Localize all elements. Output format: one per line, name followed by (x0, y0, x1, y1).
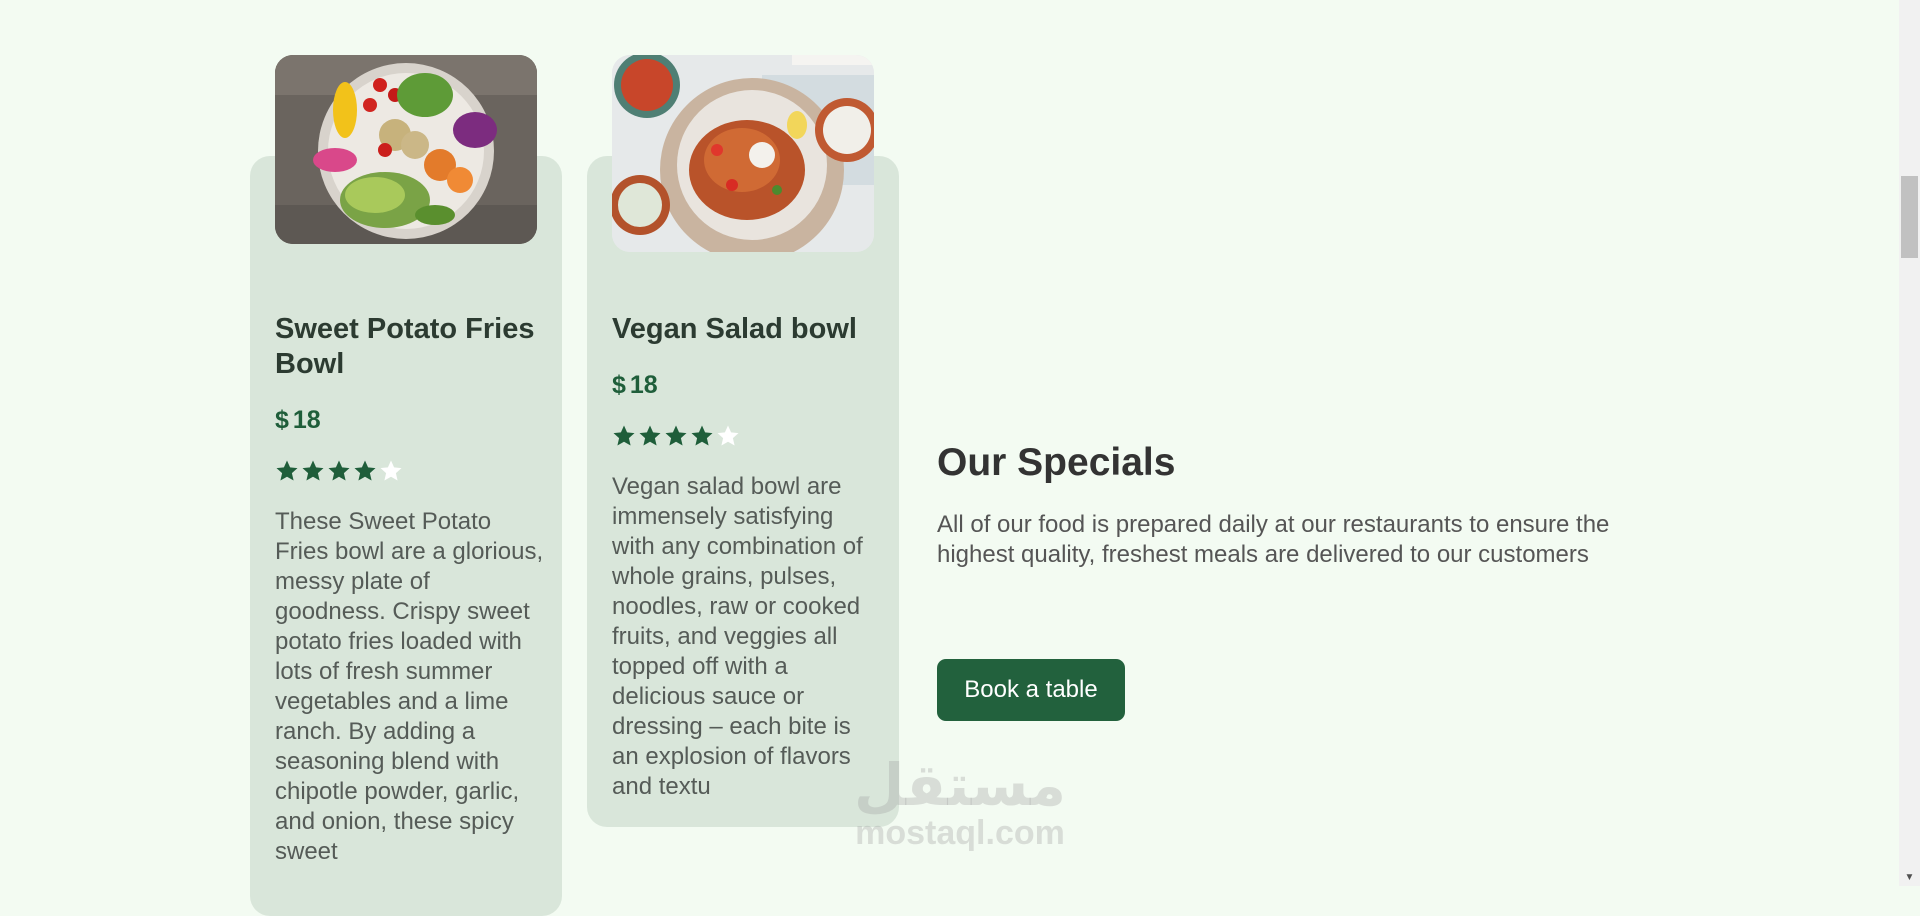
scrollbar-thumb[interactable] (1901, 176, 1918, 258)
star-filled-icon (354, 460, 376, 481)
specials-section: Our Specials All of our food is prepared… (937, 440, 1657, 570)
price-value: 18 (292, 406, 321, 434)
star-filled-icon (691, 425, 713, 446)
specials-text: All of our food is prepared daily at our… (937, 511, 1610, 568)
star-filled-icon (665, 425, 687, 446)
dish-image-vegan-salad-bowl (612, 55, 874, 252)
rating-stars (612, 424, 740, 448)
star-filled-icon (328, 460, 350, 481)
scroll-down-arrow-icon[interactable]: ▼ (1899, 869, 1920, 886)
book-table-button[interactable]: Book a table (937, 659, 1125, 721)
dish-image-sweet-potato-bowl (275, 55, 537, 244)
currency-symbol: $ (275, 406, 289, 434)
dish-description: These Sweet Potato Fries bowl are a glor… (275, 508, 544, 865)
dish-title: Vegan Salad bowl (612, 313, 857, 345)
star-filled-icon (613, 425, 635, 446)
menu-card-vegan-salad: Vegan Salad bowl $18 Vegan salad bowl ar… (587, 55, 899, 827)
currency-symbol: $ (612, 371, 626, 399)
dish-price: $18 (275, 406, 321, 435)
specials-heading: Our Specials (937, 441, 1176, 484)
dish-title: Sweet Potato Fries Bowl (275, 313, 535, 380)
star-filled-icon (639, 425, 661, 446)
dish-price: $18 (612, 371, 658, 400)
star-filled-icon (302, 460, 324, 481)
star-empty-icon (380, 460, 402, 481)
dish-description: Vegan salad bowl are immensely satisfyin… (612, 473, 863, 800)
price-value: 18 (629, 371, 658, 399)
page-scrollbar[interactable]: ▼ (1899, 0, 1920, 886)
star-empty-icon (717, 425, 739, 446)
menu-card-sweet-potato: Sweet Potato Fries Bowl $18 These Sweet … (250, 55, 562, 916)
star-filled-icon (276, 460, 298, 481)
rating-stars (275, 459, 403, 483)
